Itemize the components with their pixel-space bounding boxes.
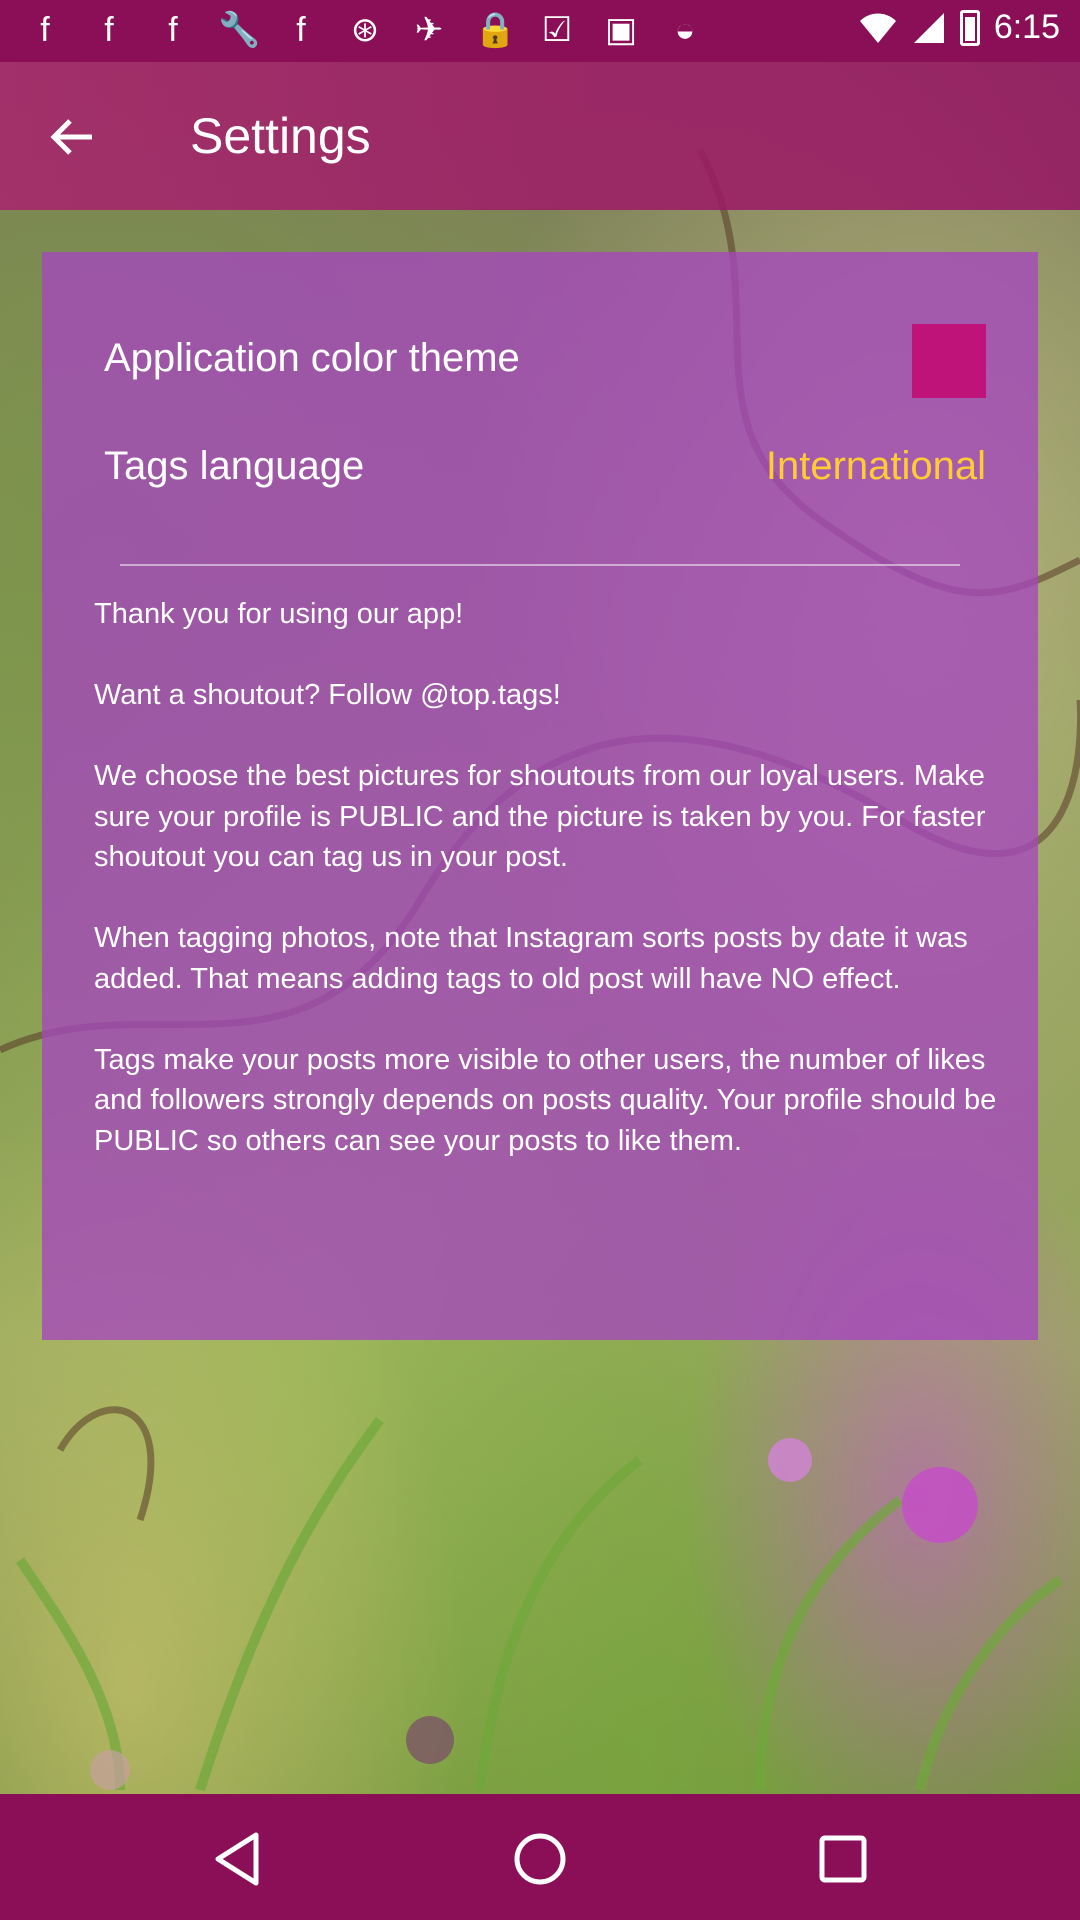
info-paragraph: Want a shoutout? Follow @top.tags! xyxy=(94,679,561,711)
wifi-icon xyxy=(859,13,896,43)
info-paragraph: Tags make your posts more visible to oth… xyxy=(94,1043,997,1157)
color-theme-label: Application color theme xyxy=(104,336,520,380)
status-indicators: 6:15 xyxy=(858,8,1060,47)
facebook-icon: f xyxy=(296,11,306,49)
hotspot-icon: ⊛ xyxy=(350,11,380,49)
clock: 6:15 xyxy=(993,8,1060,46)
android-icon: ◒ xyxy=(674,11,696,49)
notification-icons: f f f 🔧 f ⊛ ✈ 🔒 ☑ ▣ ◒ xyxy=(26,10,704,50)
home-circle-icon xyxy=(514,1833,566,1885)
app-bar: Settings xyxy=(0,62,1080,210)
inbox-check-icon: ☑ xyxy=(541,11,573,49)
facebook-icon: f xyxy=(104,11,114,49)
info-paragraph: We choose the best pictures for shoutout… xyxy=(94,760,986,873)
tags-language-label: Tags language xyxy=(104,444,365,488)
nav-recents-button[interactable] xyxy=(808,1824,878,1894)
tags-language-value: International xyxy=(765,444,986,488)
fake-gps-icon: ✈ xyxy=(414,11,444,49)
tags-language-setting[interactable]: Tags language International xyxy=(104,432,986,512)
wrench-icon: 🔧 xyxy=(218,11,261,49)
arrow-left-icon xyxy=(50,119,92,155)
divider xyxy=(120,564,960,566)
color-theme-swatch[interactable] xyxy=(912,324,986,398)
facebook-icon: f xyxy=(40,11,50,49)
screen: f f f 🔧 f ⊛ ✈ 🔒 ☑ ▣ ◒ 6:15 Settings Appl… xyxy=(0,0,1080,1920)
back-triangle-icon xyxy=(215,1832,259,1886)
page-title: Settings xyxy=(190,108,371,164)
info-paragraph: When tagging photos, note that Instagram… xyxy=(94,922,968,995)
facebook-icon: f xyxy=(168,11,178,49)
lock-icon: 🔒 xyxy=(474,11,517,49)
briefcase-icon: ▣ xyxy=(604,11,638,49)
signal-icon xyxy=(913,12,944,43)
back-button[interactable] xyxy=(32,102,112,172)
status-bar: f f f 🔧 f ⊛ ✈ 🔒 ☑ ▣ ◒ 6:15 xyxy=(0,0,1080,62)
nav-back-button[interactable] xyxy=(202,1824,272,1894)
battery-icon xyxy=(959,9,980,46)
info-paragraph: Thank you for using our app! xyxy=(94,598,464,630)
nav-home-button[interactable] xyxy=(505,1824,575,1894)
recents-square-icon xyxy=(819,1835,867,1883)
settings-card: Application color theme Tags language In… xyxy=(42,252,1038,1340)
color-theme-setting[interactable]: Application color theme xyxy=(104,324,986,404)
info-text: Thank you for using our app! Want a shou… xyxy=(94,594,998,1161)
navigation-bar xyxy=(0,1794,1080,1920)
